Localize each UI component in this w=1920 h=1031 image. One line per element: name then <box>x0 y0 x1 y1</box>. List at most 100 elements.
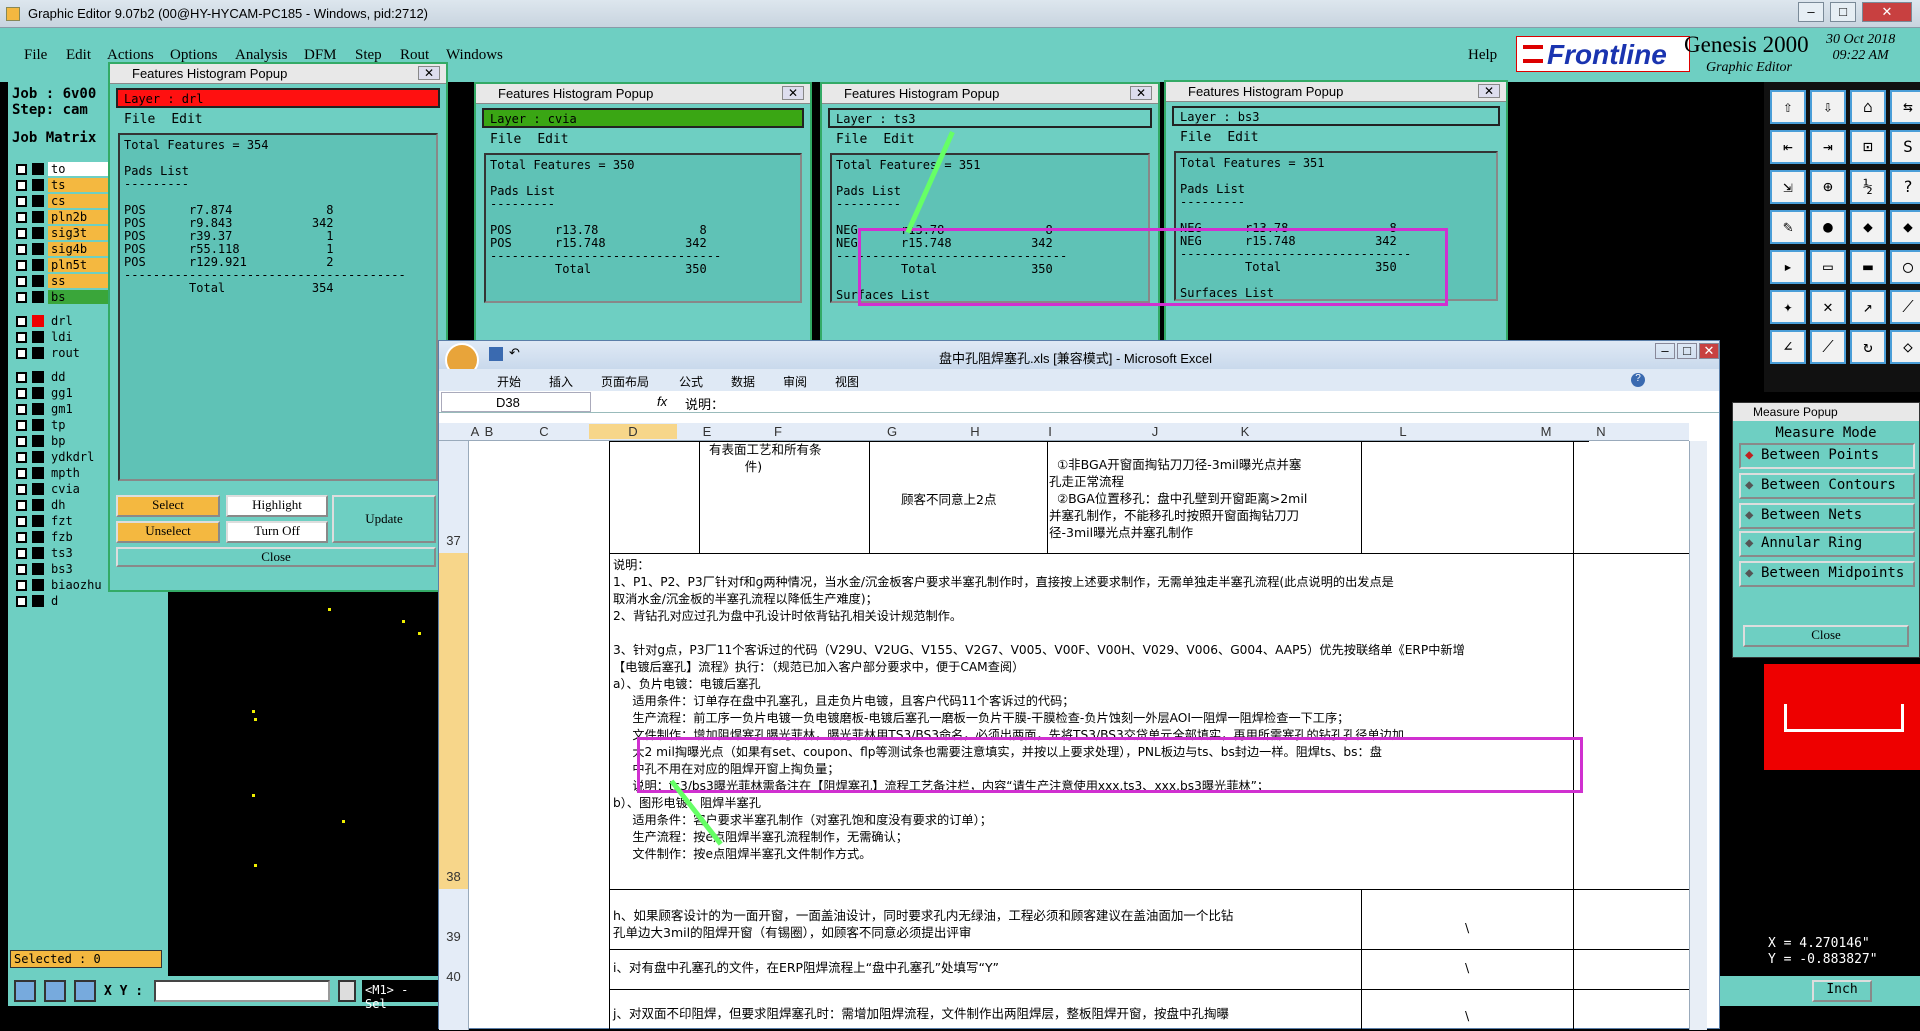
cell-r37-e[interactable]: 有表面工艺和所有条 件) <box>709 441 822 475</box>
row-header[interactable]: 37 <box>439 441 469 553</box>
layer-checkbox[interactable] <box>16 244 27 255</box>
vertical-scrollbar[interactable] <box>1689 441 1707 1030</box>
layer-checkbox[interactable] <box>16 596 27 607</box>
col-header[interactable]: J <box>1115 424 1195 439</box>
tool-icon[interactable]: ◆ <box>1850 210 1886 244</box>
layer-checkbox[interactable] <box>16 548 27 559</box>
unselect-button[interactable]: Unselect <box>116 521 220 543</box>
close-icon[interactable]: ✕ <box>1130 86 1152 100</box>
tool-icon-1[interactable] <box>14 980 36 1002</box>
tool-icon[interactable]: ● <box>1810 210 1846 244</box>
help-icon[interactable]: ? <box>1631 373 1645 387</box>
cell-r39[interactable]: h、如果顾客设计的为一面开窗，一面盖油设计，同时要求孔内无绿油，工程必须和顾客建… <box>613 907 1233 941</box>
menu-help[interactable]: Help <box>1468 47 1497 64</box>
col-header[interactable]: G <box>819 424 965 439</box>
unit-inch[interactable]: Inch <box>1812 980 1872 1002</box>
layer-checkbox[interactable] <box>16 316 27 327</box>
menu-file[interactable]: File <box>836 132 867 147</box>
layer-checkbox[interactable] <box>16 452 27 463</box>
tool-icon[interactable]: ◆ <box>1890 210 1920 244</box>
tool-icon[interactable]: ▸ <box>1770 250 1806 284</box>
menu-edit[interactable]: Edit <box>883 132 914 147</box>
option-between-contours[interactable]: ◆ Between Contours <box>1739 473 1915 499</box>
close-icon[interactable]: ✕ <box>418 66 440 80</box>
col-header[interactable]: L <box>1295 424 1511 439</box>
tool-icon[interactable]: ? <box>1890 170 1920 204</box>
save-icon[interactable] <box>489 347 503 361</box>
menu-file[interactable]: File <box>1180 130 1211 145</box>
tool-icon[interactable]: ✕ <box>1810 290 1846 324</box>
layer-checkbox[interactable] <box>16 404 27 415</box>
layer-checkbox[interactable] <box>16 484 27 495</box>
col-header[interactable]: E <box>677 424 737 439</box>
tool-icon[interactable]: ⇤ <box>1770 130 1806 164</box>
undo-icon[interactable]: ↶ <box>509 345 520 361</box>
menu-edit[interactable]: Edit <box>171 112 202 127</box>
cell-r37-g[interactable]: 顾客不同意上2点 <box>901 491 996 508</box>
menu-edit[interactable]: Edit <box>1227 130 1258 145</box>
col-header[interactable]: K <box>1195 424 1295 439</box>
menu-file[interactable]: File <box>24 47 47 64</box>
layer-checkbox[interactable] <box>16 580 27 591</box>
tab-review[interactable]: 审阅 <box>783 373 807 390</box>
tab-page-layout[interactable]: 页面布局 <box>601 373 649 390</box>
layer-checkbox[interactable] <box>16 348 27 359</box>
highlight-button[interactable]: Highlight <box>226 495 328 517</box>
layer-checkbox[interactable] <box>16 260 27 271</box>
col-header[interactable]: B <box>483 424 495 439</box>
option-between-midpoints[interactable]: ◆ Between Midpoints <box>1739 561 1915 587</box>
tool-icon[interactable]: ⇥ <box>1810 130 1846 164</box>
tool-icon[interactable]: ⊕ <box>1810 170 1846 204</box>
layer-checkbox[interactable] <box>16 196 27 207</box>
tool-icon[interactable]: S <box>1890 130 1920 164</box>
layer-checkbox[interactable] <box>16 420 27 431</box>
excel-minimize-button[interactable]: – <box>1655 343 1675 359</box>
layer-checkbox[interactable] <box>16 332 27 343</box>
layer-checkbox[interactable] <box>16 516 27 527</box>
col-header[interactable]: A <box>469 424 481 439</box>
select-button[interactable]: Select <box>116 495 220 517</box>
row-header[interactable]: 38 <box>439 553 469 889</box>
option-annular-ring[interactable]: ◆ Annular Ring <box>1739 531 1915 557</box>
excel-close-button[interactable]: ✕ <box>1699 343 1719 359</box>
tool-icon[interactable]: ↗ <box>1850 290 1886 324</box>
row-header[interactable]: 39 <box>439 889 469 949</box>
tool-icon[interactable]: ∠ <box>1770 330 1806 364</box>
layer-name[interactable]: d <box>48 594 118 608</box>
formula-input[interactable]: 说明： <box>685 394 724 413</box>
tab-home[interactable]: 开始 <box>497 373 521 390</box>
grid-icon[interactable] <box>74 980 96 1002</box>
tool-icon[interactable]: ◯ <box>1890 250 1920 284</box>
tool-icon-2[interactable] <box>44 980 66 1002</box>
tool-icon[interactable]: ⇆ <box>1890 90 1920 124</box>
col-header[interactable]: N <box>1581 424 1621 439</box>
row-header-41[interactable] <box>439 989 469 1030</box>
menu-windows[interactable]: Windows <box>446 47 503 64</box>
tab-data[interactable]: 数据 <box>731 373 755 390</box>
layer-checkbox[interactable] <box>16 372 27 383</box>
cursor-icon[interactable] <box>338 980 356 1002</box>
layer-checkbox[interactable] <box>16 276 27 287</box>
layer-checkbox[interactable] <box>16 180 27 191</box>
menu-file[interactable]: File <box>124 112 155 127</box>
cell-r41-l[interactable]: \ <box>1465 1007 1469 1024</box>
option-between-nets[interactable]: ◆ Between Nets <box>1739 503 1915 529</box>
close-icon[interactable]: ✕ <box>1478 84 1500 98</box>
measure-close-button[interactable]: Close <box>1743 625 1909 647</box>
cell-r40[interactable]: i、对有盘中孔塞孔的文件，在ERP阻焊流程上“盘中孔塞孔”处填写“Y” <box>613 959 999 976</box>
tool-icon[interactable]: ↻ <box>1850 330 1886 364</box>
layer-checkbox[interactable] <box>16 468 27 479</box>
layer-row[interactable]: d <box>8 594 168 609</box>
col-header[interactable]: H <box>965 424 985 439</box>
cell-r41[interactable]: j、对双面不印阻焊，但要求阻焊塞孔时：需增加阻焊流程，文件制作出两阻焊层，整板阻… <box>613 1005 1229 1022</box>
layer-checkbox[interactable] <box>16 532 27 543</box>
turn-off-button[interactable]: Turn Off <box>226 521 328 543</box>
col-header[interactable]: D <box>589 424 677 439</box>
tool-icon[interactable]: ✎ <box>1770 210 1806 244</box>
layer-checkbox[interactable] <box>16 164 27 175</box>
close-button[interactable]: Close <box>116 547 436 567</box>
menu-edit[interactable]: Edit <box>537 132 568 147</box>
layer-checkbox[interactable] <box>16 500 27 511</box>
layer-checkbox[interactable] <box>16 388 27 399</box>
update-button[interactable]: Update <box>332 495 436 543</box>
